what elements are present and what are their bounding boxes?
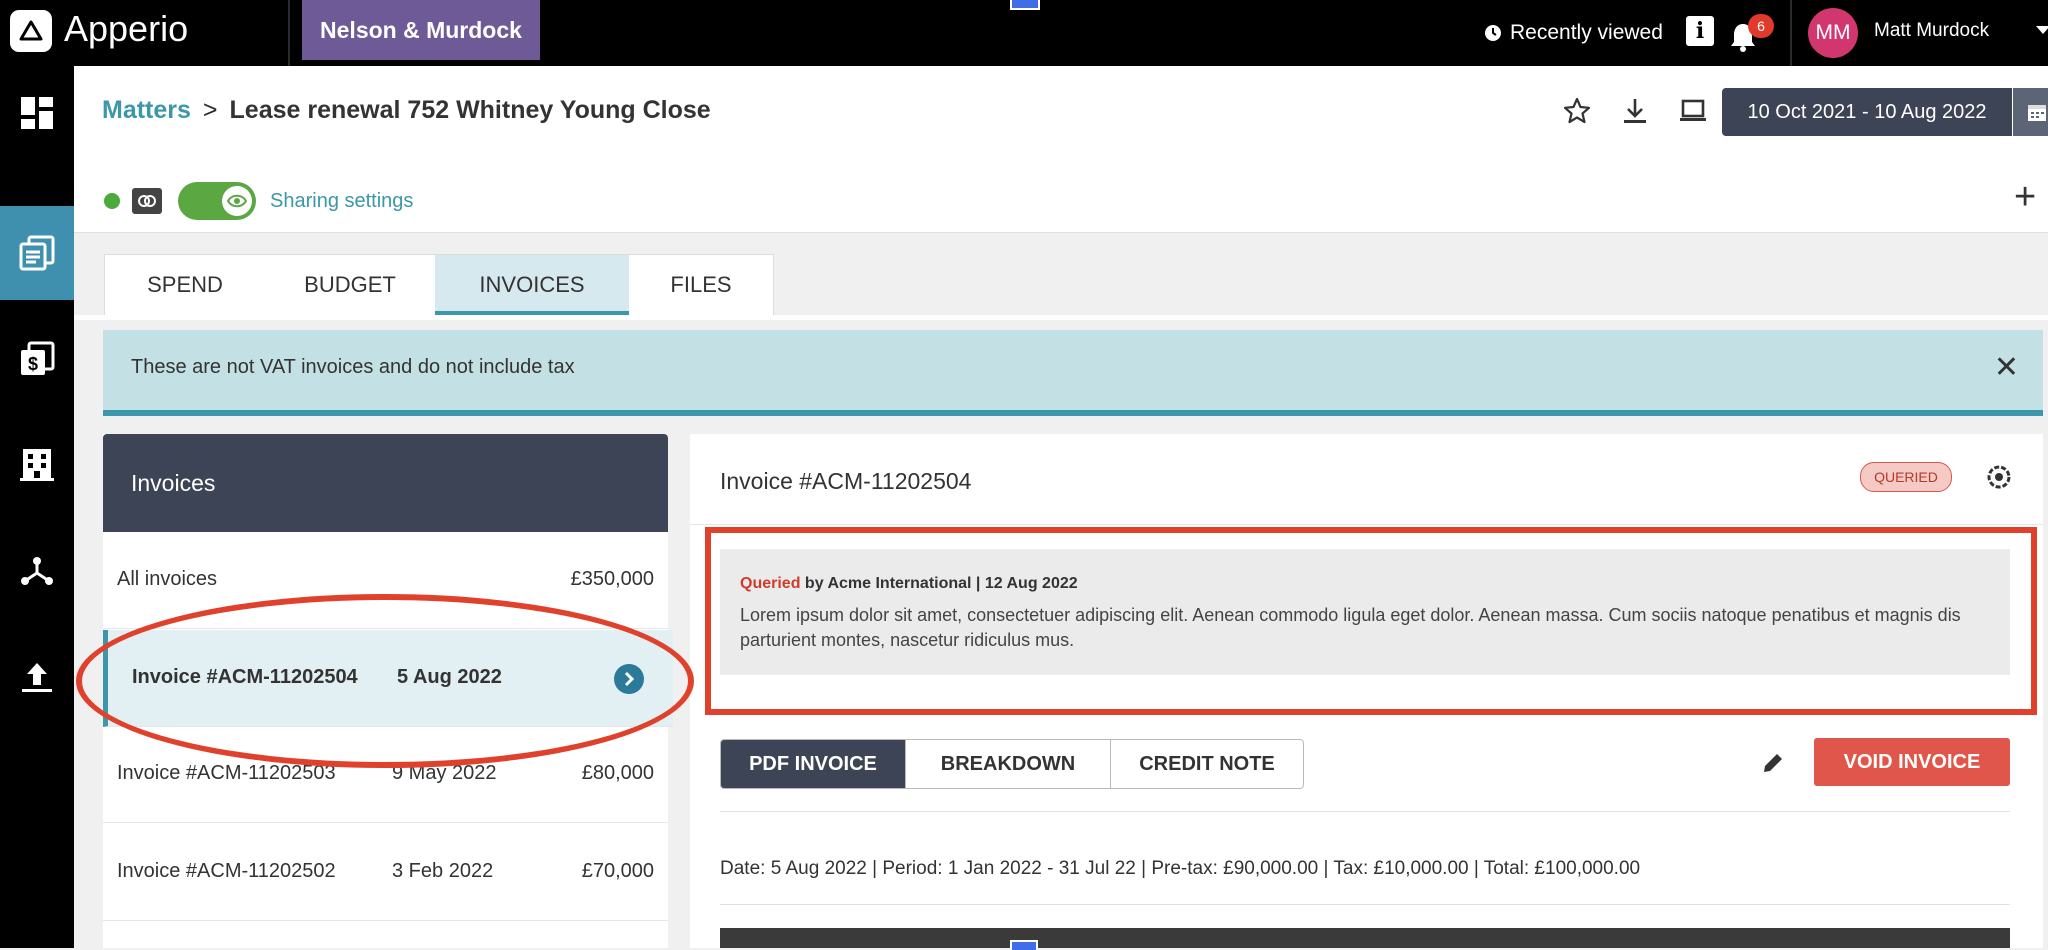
notice-text: These are not VAT invoices and do not in…	[131, 356, 575, 378]
invoice-amount: £70,000	[581, 860, 654, 882]
all-invoices-label: All invoices	[117, 568, 218, 590]
star-icon[interactable]	[1562, 96, 1592, 126]
status-badge: QUERIED	[1860, 462, 1952, 492]
tab-spend[interactable]: SPEND	[105, 255, 265, 315]
svg-text:$: $	[28, 354, 38, 374]
header-actions	[1562, 96, 1708, 126]
divider	[288, 0, 290, 66]
invoice-summary: Date: 5 Aug 2022 | Period: 1 Jan 2022 - …	[720, 858, 1641, 879]
breadcrumb-matters-link[interactable]: Matters	[102, 96, 191, 125]
plus-icon[interactable]: +	[2014, 178, 2036, 216]
sidebar-item-upload[interactable]	[0, 630, 74, 724]
invoice-title: Invoice #ACM-11202504	[720, 468, 972, 494]
money-document-icon: $	[21, 341, 55, 375]
divider	[690, 524, 2043, 525]
sharing-toggle[interactable]	[178, 182, 256, 220]
dashboard-icon	[21, 97, 53, 129]
notification-count-badge: 6	[1748, 14, 1774, 38]
settings-icon[interactable]	[1986, 464, 2012, 490]
building-icon	[20, 449, 54, 481]
divider	[720, 811, 2010, 812]
invoice-number: Invoice #ACM-11202502	[117, 860, 336, 882]
invoice-date: 3 Feb 2022	[392, 860, 494, 882]
top-bar: Apperio Nelson & Murdock Recently viewed…	[0, 0, 2048, 66]
screenshot-marker	[1010, 940, 1038, 950]
void-invoice-button[interactable]: VOID INVOICE	[1814, 738, 2010, 786]
avatar[interactable]: MM	[1808, 8, 1858, 58]
invoice-number: Invoice #ACM-11202503	[117, 762, 336, 784]
upload-icon	[22, 663, 52, 692]
highlight-rectangle	[705, 527, 2037, 715]
notifications-button[interactable]: 6	[1728, 14, 1774, 54]
pdf-viewer-toolbar	[720, 928, 2010, 948]
breadcrumb-separator: >	[202, 96, 218, 124]
clock-icon	[1485, 25, 1501, 41]
tab-files[interactable]: FILES	[629, 255, 773, 315]
pdf-invoice-button[interactable]: PDF INVOICE	[721, 740, 905, 788]
status-dot	[104, 193, 120, 209]
documents-icon	[19, 235, 55, 271]
edit-icon[interactable]	[1760, 750, 1786, 776]
calendar-icon	[2028, 105, 2046, 121]
invoices-list-title: Invoices	[131, 470, 216, 496]
sidebar-item-dashboard[interactable]	[0, 66, 74, 160]
list-item-invoice[interactable]: Invoice #ACM-11202502 3 Feb 2022 £70,000	[103, 824, 668, 921]
breadcrumb: Matters > Lease renewal 752 Whitney Youn…	[102, 96, 711, 125]
info-icon[interactable]: i	[1686, 16, 1714, 46]
view-toggle-group: PDF INVOICE BREAKDOWN CREDIT NOTE	[720, 739, 1304, 789]
brand-name[interactable]: Apperio	[64, 8, 188, 50]
highlight-ellipse	[76, 594, 694, 768]
recently-viewed-button[interactable]: Recently viewed	[1484, 18, 1663, 48]
tab-invoices[interactable]: INVOICES	[435, 255, 629, 315]
date-range-picker[interactable]: 10 Oct 2021 - 10 Aug 2022	[1722, 88, 2012, 136]
tab-bar: SPEND BUDGET INVOICES FILES	[104, 254, 774, 315]
eye-icon	[222, 186, 252, 216]
network-icon	[21, 557, 53, 585]
link-icon[interactable]	[132, 188, 162, 214]
download-icon[interactable]	[1620, 96, 1650, 126]
sidebar-item-firms[interactable]	[0, 418, 74, 512]
user-name[interactable]: Matt Murdock	[1874, 20, 1989, 42]
organisation-switcher[interactable]: Nelson & Murdock	[302, 0, 540, 60]
calendar-button[interactable]	[2013, 88, 2048, 136]
credit-note-button[interactable]: CREDIT NOTE	[1110, 740, 1303, 788]
invoice-amount: £80,000	[581, 762, 654, 784]
apperio-logo-icon[interactable]	[10, 10, 52, 52]
close-icon[interactable]: ✕	[1994, 350, 2019, 385]
invoices-list-header: Invoices	[103, 434, 668, 532]
sharing-settings-link[interactable]: Sharing settings	[270, 190, 413, 213]
sidebar: $	[0, 66, 74, 948]
laptop-icon[interactable]	[1678, 96, 1708, 126]
breakdown-button[interactable]: BREAKDOWN	[905, 740, 1110, 788]
chevron-down-icon[interactable]	[2036, 26, 2048, 34]
recently-viewed-label: Recently viewed	[1510, 21, 1663, 44]
divider	[720, 904, 2010, 905]
sidebar-item-matters[interactable]	[0, 206, 74, 300]
page-title: Lease renewal 752 Whitney Young Close	[229, 96, 711, 124]
sidebar-item-spend[interactable]: $	[0, 312, 74, 406]
vat-notice-banner: These are not VAT invoices and do not in…	[103, 330, 2043, 416]
tab-budget[interactable]: BUDGET	[265, 255, 435, 315]
screenshot-marker	[1010, 0, 1040, 10]
divider	[1790, 0, 1792, 66]
sidebar-item-network[interactable]	[0, 524, 74, 618]
matter-status-row: Sharing settings	[104, 182, 413, 220]
all-invoices-amount: £350,000	[570, 568, 654, 590]
